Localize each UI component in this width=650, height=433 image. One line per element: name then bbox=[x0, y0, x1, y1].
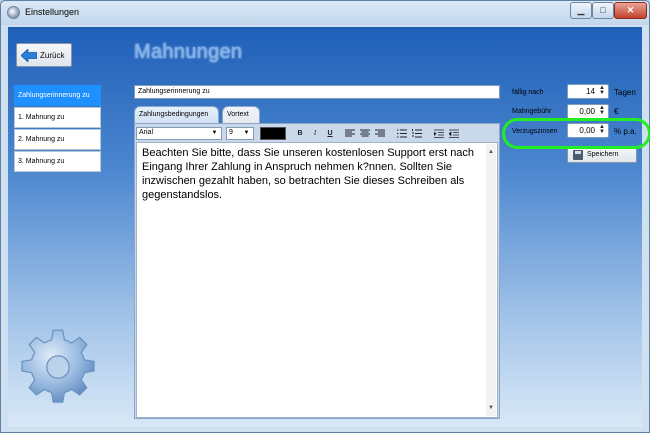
gebuehr-value: 0,00 bbox=[579, 107, 595, 116]
scroll-up-icon: ▲ bbox=[488, 149, 494, 155]
outdent-icon bbox=[449, 129, 459, 138]
settings-window: Einstellungen ▁ □ ✕ Zurück Mahnungen Zah… bbox=[0, 0, 650, 433]
sidebar-item-label: Zahlungserinnerung zu bbox=[18, 92, 90, 99]
font-size-value: 9 bbox=[229, 129, 233, 136]
faellig-label: fällig nach bbox=[512, 89, 544, 96]
indent-icon bbox=[434, 129, 444, 138]
italic-button[interactable]: I bbox=[309, 128, 321, 139]
faellig-unit: Tagen bbox=[614, 88, 636, 97]
sidebar-item-zahlungserinnerung[interactable]: Zahlungserinnerung zu bbox=[14, 85, 101, 106]
sidebar-item-mahnung-1[interactable]: 1. Mahnung zu bbox=[14, 107, 101, 128]
vertical-scrollbar[interactable]: ▲ ▼ bbox=[486, 144, 496, 416]
arrow-left-icon bbox=[21, 49, 37, 62]
sidebar-item-label: 1. Mahnung zu bbox=[18, 114, 65, 121]
page-title: Mahnungen bbox=[134, 41, 243, 63]
minimize-icon: ▁ bbox=[577, 5, 585, 15]
maximize-icon: □ bbox=[600, 5, 606, 15]
save-button[interactable]: Speichern bbox=[567, 147, 637, 163]
font-select[interactable]: Arial ▼ bbox=[136, 127, 222, 140]
name-field[interactable]: Zahlungserinnerung zu bbox=[134, 85, 500, 99]
window-title: Einstellungen bbox=[25, 7, 80, 17]
gear-icon bbox=[21, 329, 95, 403]
faellig-value: 14 bbox=[586, 87, 595, 96]
align-right-button[interactable] bbox=[374, 128, 386, 139]
faellig-stepper[interactable]: 14 ▲ ▼ bbox=[567, 84, 609, 99]
gebuehr-unit: € bbox=[614, 107, 619, 116]
sidebar-item-mahnung-2[interactable]: 2. Mahnung zu bbox=[14, 129, 101, 150]
maximize-button[interactable]: □ bbox=[592, 2, 614, 19]
gebuehr-stepper[interactable]: 0,00 ▲ ▼ bbox=[567, 104, 609, 119]
close-button[interactable]: ✕ bbox=[614, 2, 647, 19]
floppy-disk-icon bbox=[573, 150, 583, 160]
font-select-value: Arial bbox=[139, 129, 154, 136]
highlight-ring bbox=[502, 118, 650, 149]
align-center-button[interactable] bbox=[359, 128, 371, 139]
sidebar-item-label: 3. Mahnung zu bbox=[18, 158, 65, 165]
scroll-down-icon: ▼ bbox=[488, 405, 494, 411]
sidebar-item-mahnung-3[interactable]: 3. Mahnung zu bbox=[14, 151, 101, 172]
up-down-arrow-icon[interactable]: ▲ ▼ bbox=[597, 105, 607, 117]
main-area: Zurück Mahnungen Zahlungserinnerung zu 1… bbox=[8, 27, 650, 427]
indent-button[interactable] bbox=[433, 128, 445, 139]
save-label: Speichern bbox=[587, 151, 619, 158]
editor-toolbar: Arial ▼ 9 ▼ B I U bbox=[136, 125, 498, 141]
bullet-list-button[interactable] bbox=[396, 128, 408, 139]
editor-textarea[interactable]: Beachten Sie bitte, dass Sie unseren kos… bbox=[136, 142, 498, 418]
bullet-list-icon bbox=[397, 129, 407, 138]
underline-button[interactable]: U bbox=[324, 128, 336, 139]
app-icon bbox=[7, 6, 20, 19]
tab-zahlungsbedingungen[interactable]: Zahlungsbedingungen bbox=[134, 106, 219, 124]
sidebar: Zahlungserinnerung zu 1. Mahnung zu 2. M… bbox=[14, 85, 101, 173]
text-color-picker[interactable] bbox=[260, 127, 286, 140]
chevron-down-icon: ▼ bbox=[211, 130, 218, 136]
rich-text-editor: Arial ▼ 9 ▼ B I U Beachten Sie bitte, dass… bbox=[134, 123, 500, 419]
bold-button[interactable]: B bbox=[294, 128, 306, 139]
numbered-list-icon bbox=[412, 129, 422, 138]
align-center-icon bbox=[360, 129, 370, 137]
up-down-arrow-icon[interactable]: ▲ ▼ bbox=[597, 85, 607, 97]
editor-text: Beachten Sie bitte, dass Sie unseren kos… bbox=[142, 147, 475, 201]
align-right-icon bbox=[375, 129, 385, 137]
back-button[interactable]: Zurück bbox=[16, 43, 72, 67]
title-bar: Einstellungen ▁ □ ✕ bbox=[1, 1, 649, 25]
tab-vortext[interactable]: Vortext bbox=[222, 106, 260, 124]
back-label: Zurück bbox=[40, 51, 65, 60]
align-left-button[interactable] bbox=[344, 128, 356, 139]
sidebar-item-label: 2. Mahnung zu bbox=[18, 136, 65, 143]
font-size-select[interactable]: 9 ▼ bbox=[226, 127, 254, 140]
gebuehr-label: Mahngebühr bbox=[512, 108, 552, 115]
minimize-button[interactable]: ▁ bbox=[570, 2, 592, 19]
chevron-down-icon: ▼ bbox=[243, 130, 250, 136]
close-icon: ✕ bbox=[626, 5, 635, 15]
numbered-list-button[interactable] bbox=[411, 128, 423, 139]
align-left-icon bbox=[345, 129, 355, 137]
outdent-button[interactable] bbox=[448, 128, 460, 139]
